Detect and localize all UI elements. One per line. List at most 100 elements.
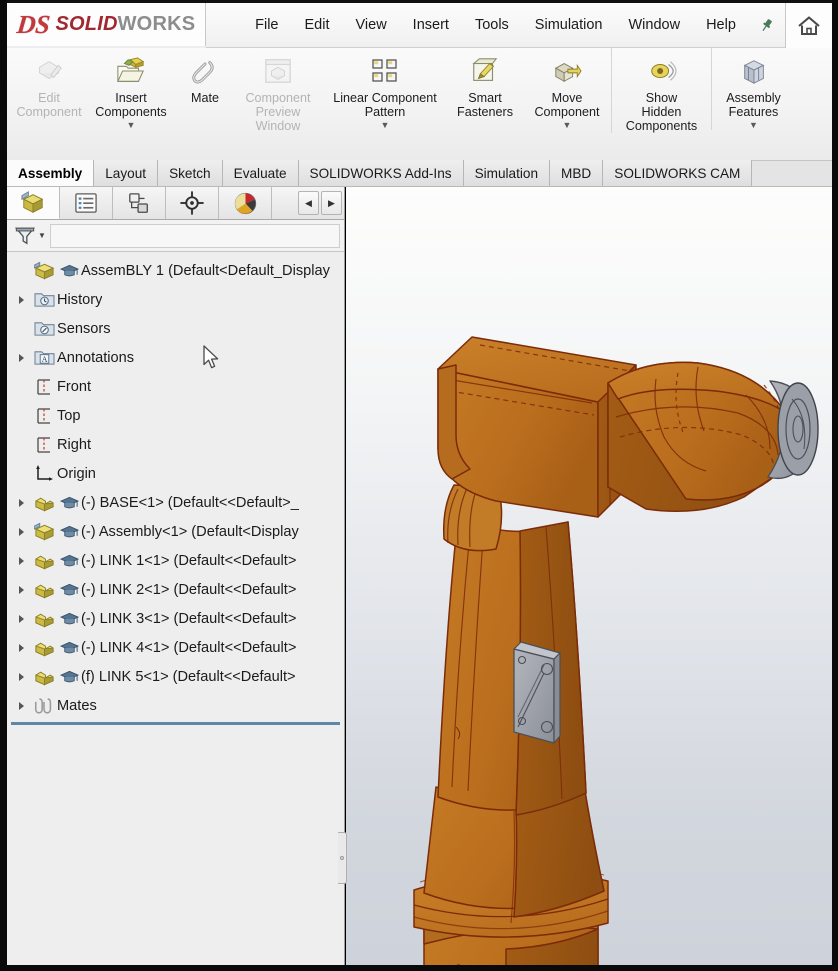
- expand-arrow-icon[interactable]: [11, 354, 31, 362]
- menu-item-tools[interactable]: Tools: [462, 13, 522, 37]
- expand-arrow-icon[interactable]: [11, 557, 31, 565]
- assembly-features-chevron-down-icon[interactable]: ▼: [749, 121, 758, 130]
- tab-mbd[interactable]: MBD: [550, 160, 603, 186]
- tree-item-label: History: [57, 292, 102, 308]
- tree-item-annotations[interactable]: A Annotations: [7, 343, 344, 372]
- expand-arrow-icon[interactable]: [11, 615, 31, 623]
- expand-arrow-icon[interactable]: [11, 702, 31, 710]
- graphics-viewport[interactable]: [346, 187, 832, 965]
- ds-logo-mark: DS: [15, 12, 50, 38]
- assembly-icon: [31, 261, 57, 281]
- tree-item-origin[interactable]: Origin: [7, 459, 344, 488]
- tab-evaluate[interactable]: Evaluate: [223, 160, 299, 186]
- tab-simulation[interactable]: Simulation: [464, 160, 550, 186]
- linear-component-pattern-chevron-down-icon[interactable]: ▼: [381, 121, 390, 130]
- tree-item-label: Front: [57, 379, 91, 395]
- menu-bar: DS SOLIDWORKS File Edit View Insert Tool…: [7, 3, 832, 48]
- tree-item-link-2[interactable]: (-) LINK 2<1> (Default<<Default>: [7, 575, 344, 604]
- ribbon-button-linear-component-pattern[interactable]: Linear Component Pattern ▼: [323, 48, 447, 130]
- part-icon: [31, 638, 57, 658]
- tree-item-sensors[interactable]: Sensors: [7, 314, 344, 343]
- ribbon-label-mate: Mate: [191, 91, 219, 105]
- tree-item-label: Mates: [57, 698, 97, 714]
- ribbon-button-insert-components[interactable]: Insert Components ▼: [85, 48, 177, 130]
- tree-item-mates[interactable]: Mates: [7, 691, 344, 720]
- tab-assembly[interactable]: Assembly: [7, 160, 94, 186]
- dimxpert-manager-tab[interactable]: [166, 187, 219, 219]
- feature-manager-tree-tab[interactable]: [7, 187, 60, 219]
- tab-solidworks-add-ins[interactable]: SOLIDWORKS Add-Ins: [299, 160, 464, 186]
- menu-item-file[interactable]: File: [242, 13, 291, 37]
- property-manager-tab[interactable]: [60, 187, 113, 219]
- expand-arrow-icon[interactable]: [11, 644, 31, 652]
- tree-item-label: Top: [57, 408, 81, 424]
- tree-item-label: (-) LINK 4<1> (Default<<Default>: [81, 640, 296, 656]
- command-manager-tabs: Assembly Layout Sketch Evaluate SOLIDWOR…: [7, 161, 832, 187]
- tree-item-base[interactable]: (-) BASE<1> (Default<<Default>_: [7, 488, 344, 517]
- expand-arrow-icon[interactable]: [11, 499, 31, 507]
- tab-sketch[interactable]: Sketch: [158, 160, 223, 186]
- assembly-features-icon: [739, 54, 769, 88]
- display-manager-tab[interactable]: [219, 187, 272, 219]
- chevron-right-icon[interactable]: ▶: [321, 191, 342, 215]
- insert-components-icon: [115, 54, 147, 88]
- tree-item-link-5[interactable]: (f) LINK 5<1> (Default<<Default>: [7, 662, 344, 691]
- tree-item-assembly-sub[interactable]: (-) Assembly<1> (Default<Display: [7, 517, 344, 546]
- part-icon: [31, 551, 57, 571]
- tree-item-assembly-root[interactable]: AssemBLY 1 (Default<Default_Display: [7, 256, 344, 285]
- logo-works-text: WORKS: [118, 13, 196, 35]
- menu-item-help[interactable]: Help: [693, 13, 749, 37]
- tree-item-history[interactable]: History: [7, 285, 344, 314]
- tree-item-right-plane[interactable]: Right: [7, 430, 344, 459]
- expand-arrow-icon[interactable]: [11, 296, 31, 304]
- tree-item-link-3[interactable]: (-) LINK 3<1> (Default<<Default>: [7, 604, 344, 633]
- expand-arrow-icon[interactable]: [11, 586, 31, 594]
- feature-tree-rollback-bar[interactable]: [11, 722, 340, 725]
- solidworks-logo[interactable]: DS SOLIDWORKS: [7, 3, 206, 46]
- ribbon-toolbar: Edit Component Insert Components ▼: [7, 48, 832, 161]
- move-component-chevron-down-icon[interactable]: ▼: [563, 121, 572, 130]
- ribbon-button-assembly-features[interactable]: Assembly Features ▼: [711, 48, 795, 130]
- ribbon-button-edit-component[interactable]: Edit Component: [13, 48, 85, 119]
- ribbon-button-component-preview-window[interactable]: Component Preview Window: [233, 48, 323, 133]
- ribbon-button-move-component[interactable]: Move Component ▼: [523, 48, 611, 130]
- tab-solidworks-cam[interactable]: SOLIDWORKS CAM: [603, 160, 752, 186]
- pushpin-icon[interactable]: [749, 18, 785, 33]
- linear-component-pattern-icon: [370, 54, 400, 88]
- filter-funnel-icon[interactable]: ▼: [11, 225, 46, 247]
- expand-arrow-icon[interactable]: [11, 673, 31, 681]
- feature-manager-panel: ◀ ▶ ▼: [7, 187, 345, 965]
- menu-item-edit[interactable]: Edit: [292, 13, 343, 37]
- feature-tree-filter-bar: ▼: [7, 220, 344, 252]
- tree-item-link-4[interactable]: (-) LINK 4<1> (Default<<Default>: [7, 633, 344, 662]
- ribbon-label-assembly-features: Assembly Features: [726, 91, 781, 119]
- filter-chevron-down-icon[interactable]: ▼: [38, 231, 46, 240]
- tree-item-label: Sensors: [57, 321, 111, 337]
- feature-manager-scroll-area: ◀ ▶: [272, 187, 344, 219]
- tree-item-front-plane[interactable]: Front: [7, 372, 344, 401]
- logo-solid-text: SOLID: [55, 13, 117, 35]
- configuration-manager-tab[interactable]: [113, 187, 166, 219]
- chevron-left-icon[interactable]: ◀: [298, 191, 319, 215]
- feature-tree-filter-input[interactable]: [50, 224, 340, 248]
- menu-item-insert[interactable]: Insert: [400, 13, 462, 37]
- ribbon-button-mate[interactable]: Mate: [177, 48, 233, 105]
- subassembly-icon: [31, 522, 57, 542]
- part-icon: [31, 667, 57, 687]
- expand-arrow-icon[interactable]: [11, 528, 31, 536]
- tree-item-top-plane[interactable]: Top: [7, 401, 344, 430]
- ribbon-button-show-hidden-components[interactable]: Show Hidden Components: [611, 48, 711, 133]
- tree-item-link-1[interactable]: (-) LINK 1<1> (Default<<Default>: [7, 546, 344, 575]
- ribbon-button-smart-fasteners[interactable]: Smart Fasteners: [447, 48, 523, 119]
- ribbon-label-move-component: Move Component: [534, 91, 599, 119]
- home-button[interactable]: [785, 3, 832, 48]
- smart-fasteners-icon: [470, 54, 500, 88]
- tab-layout[interactable]: Layout: [94, 160, 158, 186]
- tree-item-label: (-) LINK 2<1> (Default<<Default>: [81, 582, 296, 598]
- menu-item-view[interactable]: View: [343, 13, 400, 37]
- menu-item-window[interactable]: Window: [616, 13, 694, 37]
- home-icon: [797, 15, 821, 37]
- insert-components-chevron-down-icon[interactable]: ▼: [127, 121, 136, 130]
- panel-splitter-handle[interactable]: [338, 832, 347, 884]
- menu-item-simulation[interactable]: Simulation: [522, 13, 616, 37]
